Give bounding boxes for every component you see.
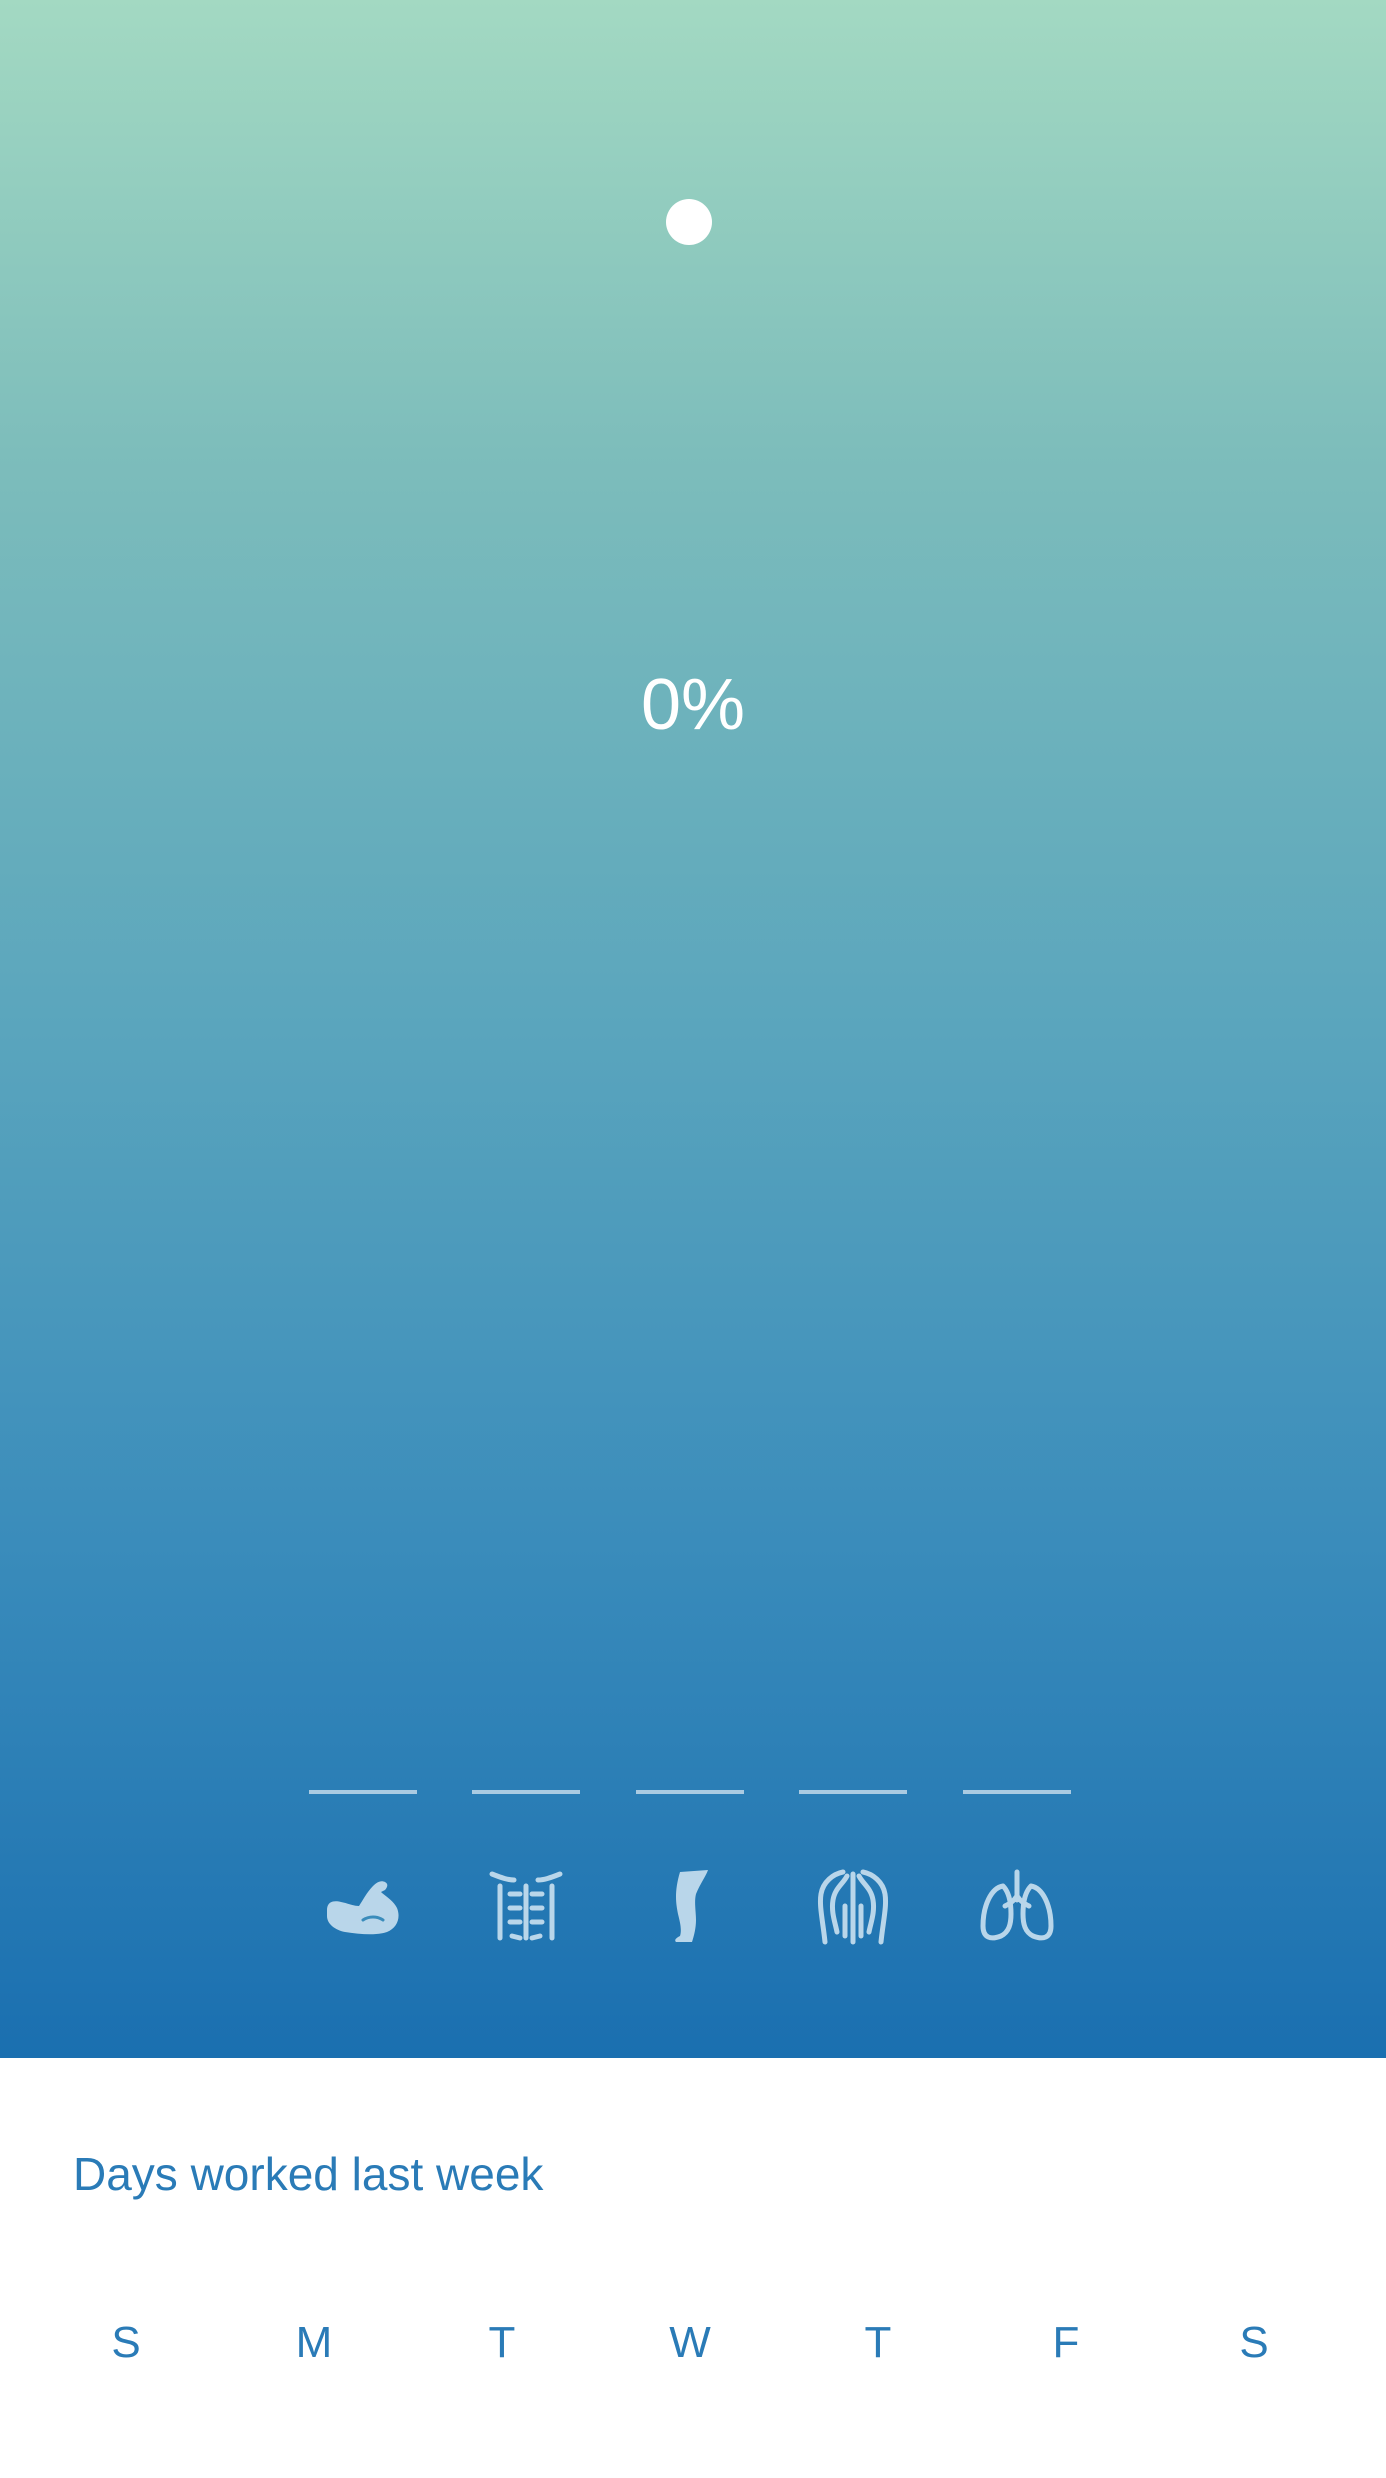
day-friday[interactable]: F [972,2316,1160,2370]
day-saturday[interactable]: S [1160,2316,1348,2370]
bicep-icon [323,1866,403,1946]
category-abs[interactable] [472,1790,580,1970]
abs-icon [486,1866,566,1946]
category-progress-bar [309,1790,417,1794]
day-thursday[interactable]: T [784,2316,972,2370]
day-wednesday[interactable]: W [596,2316,784,2370]
day-tuesday[interactable]: T [408,2316,596,2370]
category-arms[interactable] [309,1790,417,1970]
weekday-row: S M T W T F S [32,2316,1348,2376]
back-icon [813,1866,893,1946]
category-cardio[interactable] [963,1790,1071,1970]
category-progress-bar [636,1790,744,1794]
muscle-group-bar [309,1790,1071,1970]
category-legs[interactable] [636,1790,744,1970]
page-indicator-dot [666,199,712,245]
weekly-summary-panel [0,2058,1386,2478]
category-back[interactable] [799,1790,907,1970]
lungs-icon [977,1866,1057,1946]
category-progress-bar [799,1790,907,1794]
weekly-summary-title: Days worked last week [73,2148,544,2200]
day-monday[interactable]: M [220,2316,408,2370]
category-progress-bar [472,1790,580,1794]
leg-icon [650,1866,730,1946]
progress-hero: 0% [0,0,1386,2058]
progress-percent: 0% [640,665,746,745]
category-progress-bar [963,1790,1071,1794]
day-sunday[interactable]: S [32,2316,220,2370]
